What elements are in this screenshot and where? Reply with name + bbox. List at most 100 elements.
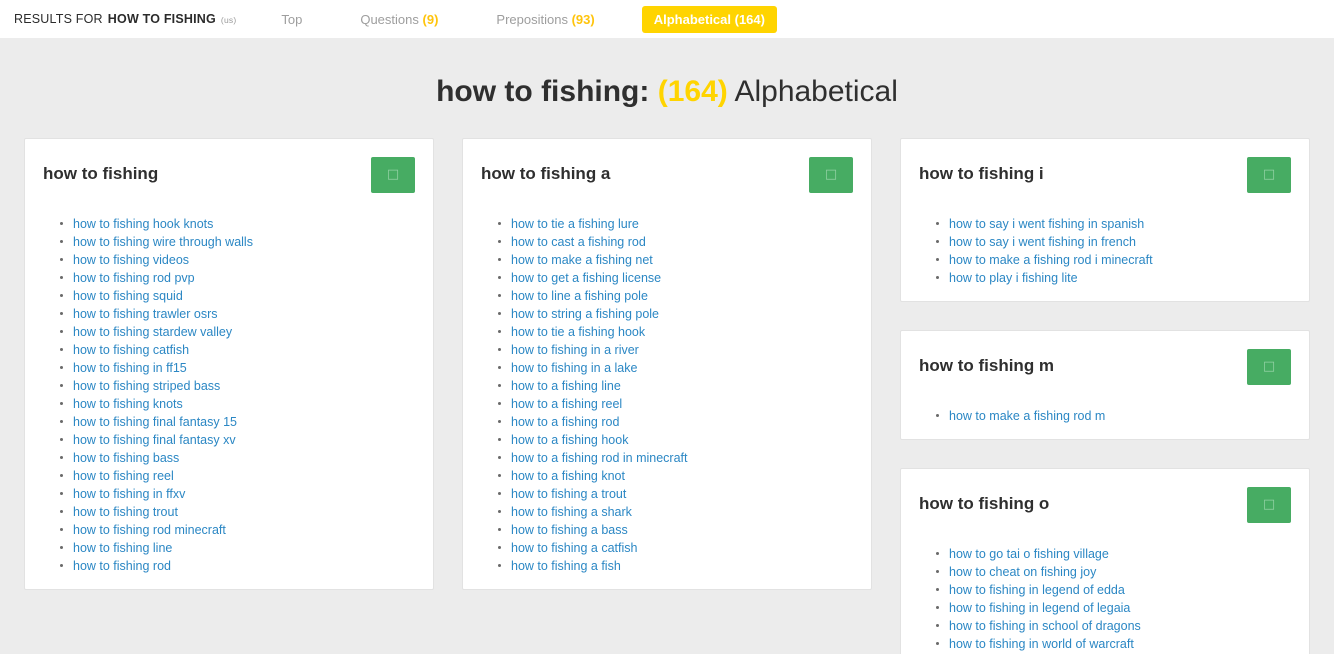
keyword-link[interactable]: how to cast a fishing rod	[511, 235, 646, 249]
download-csv-button[interactable]: □	[809, 157, 853, 193]
keyword-group-card: how to fishing a □ how to tie a fishing lu…	[462, 138, 872, 590]
keyword-link[interactable]: how to fishing in legend of legaia	[949, 601, 1130, 615]
keyword-link[interactable]: how to a fishing rod	[511, 415, 619, 429]
list-item: how to fishing in ff15	[60, 359, 415, 377]
card-title: how to fishing a	[481, 164, 611, 183]
keyword-link[interactable]: how to fishing striped bass	[73, 379, 220, 393]
keyword-group-card: how to fishing o □ how to go tai o fishing…	[900, 468, 1310, 654]
list-item: how to fishing in a lake	[498, 359, 853, 377]
keyword-link[interactable]: how to fishing in ffxv	[73, 487, 185, 501]
keyword-link[interactable]: how to fishing line	[73, 541, 172, 555]
keyword-link[interactable]: how to fishing bass	[73, 451, 179, 465]
keyword-link[interactable]: how to go tai o fishing village	[949, 547, 1109, 561]
download-csv-button[interactable]: □	[1247, 349, 1291, 385]
card-title: how to fishing	[43, 164, 159, 183]
list-item: how to fishing line	[60, 539, 415, 557]
tab-prepositions[interactable]: Prepositions (93)	[485, 7, 605, 32]
keyword-link[interactable]: how to say i went fishing in spanish	[949, 217, 1144, 231]
keyword-link[interactable]: how to get a fishing license	[511, 271, 661, 285]
tab-label: Prepositions	[496, 11, 568, 27]
page-title-count: (164)	[657, 75, 728, 108]
keyword-link[interactable]: how to a fishing knot	[511, 469, 625, 483]
keyword-link[interactable]: how to fishing videos	[73, 253, 189, 267]
keyword-link[interactable]: how to fishing in world of warcraft	[949, 637, 1134, 651]
keyword-link[interactable]: how to fishing wire through walls	[73, 235, 253, 249]
keyword-link[interactable]: how to cheat on fishing joy	[949, 565, 1096, 579]
keyword-link[interactable]: how to line a fishing pole	[511, 289, 648, 303]
keyword-link[interactable]: how to fishing in ff15	[73, 361, 187, 375]
keyword-link[interactable]: how to fishing reel	[73, 469, 174, 483]
list-item: how to fishing squid	[60, 287, 415, 305]
keyword-link[interactable]: how to say i went fishing in french	[949, 235, 1136, 249]
list-item: how to fishing final fantasy 15	[60, 413, 415, 431]
list-item: how to fishing rod	[60, 557, 415, 575]
list-item: how to fishing in ffxv	[60, 485, 415, 503]
keyword-link[interactable]: how to fishing in legend of edda	[949, 583, 1125, 597]
keyword-link[interactable]: how to a fishing line	[511, 379, 621, 393]
keyword-link[interactable]: how to tie a fishing hook	[511, 325, 645, 339]
card-header: how to fishing i □	[919, 157, 1291, 193]
tab-alphabetical[interactable]: Alphabetical (164)	[641, 5, 777, 33]
keyword-link[interactable]: how to a fishing rod in minecraft	[511, 451, 687, 465]
keyword-link[interactable]: how to fishing a shark	[511, 505, 632, 519]
keyword-link[interactable]: how to fishing trout	[73, 505, 178, 519]
keyword-link[interactable]: how to make a fishing rod m	[949, 409, 1105, 423]
list-item: how to a fishing rod	[498, 413, 853, 431]
download-csv-button[interactable]: □	[1247, 487, 1291, 523]
keyword-link[interactable]: how to fishing squid	[73, 289, 183, 303]
results-for-keyword: HOW TO FISHING	[107, 12, 216, 26]
keyword-list: how to tie a fishing lure how to cast a f…	[481, 215, 853, 575]
keyword-list: how to say i went fishing in spanish how …	[919, 215, 1291, 287]
keyword-link[interactable]: how to fishing trawler osrs	[73, 307, 218, 321]
list-item: how to fishing stardew valley	[60, 323, 415, 341]
keyword-link[interactable]: how to fishing a catfish	[511, 541, 637, 555]
list-item: how to fishing bass	[60, 449, 415, 467]
list-item: how to string a fishing pole	[498, 305, 853, 323]
tab-top[interactable]: Top	[270, 7, 313, 32]
list-item: how to fishing a catfish	[498, 539, 853, 557]
keyword-link[interactable]: how to fishing catfish	[73, 343, 189, 357]
keyword-link[interactable]: how to make a fishing rod i minecraft	[949, 253, 1153, 267]
download-csv-button[interactable]: □	[371, 157, 415, 193]
keyword-link[interactable]: how to fishing final fantasy xv	[73, 433, 236, 447]
page-title-type: Alphabetical	[734, 75, 898, 108]
keyword-link[interactable]: how to make a fishing net	[511, 253, 653, 267]
tab-count: (164)	[734, 11, 765, 27]
keyword-link[interactable]: how to fishing in a river	[511, 343, 639, 357]
tab-questions[interactable]: Questions (9)	[349, 7, 449, 32]
keyword-group-card: how to fishing i □ how to say i went fishi…	[900, 138, 1310, 302]
keyword-link[interactable]: how to a fishing hook	[511, 433, 628, 447]
keyword-link[interactable]: how to fishing stardew valley	[73, 325, 232, 339]
keyword-link[interactable]: how to fishing in a lake	[511, 361, 637, 375]
page-title-query: how to fishing:	[436, 75, 650, 108]
list-item: how to fishing a trout	[498, 485, 853, 503]
download-csv-button[interactable]: □	[1247, 157, 1291, 193]
list-item: how to fishing videos	[60, 251, 415, 269]
list-item: how to tie a fishing hook	[498, 323, 853, 341]
keyword-link[interactable]: how to fishing rod	[73, 559, 171, 573]
page-title: how to fishing: (164) Alphabetical	[0, 38, 1334, 138]
keyword-link[interactable]: how to a fishing reel	[511, 397, 622, 411]
keyword-link[interactable]: how to fishing rod pvp	[73, 271, 195, 285]
keyword-link[interactable]: how to fishing knots	[73, 397, 183, 411]
card-title: how to fishing m	[919, 356, 1055, 375]
keyword-link[interactable]: how to fishing a trout	[511, 487, 626, 501]
keyword-link[interactable]: how to fishing rod minecraft	[73, 523, 226, 537]
keyword-link[interactable]: how to string a fishing pole	[511, 307, 659, 321]
keyword-group-card: how to fishing m □ how to make a fishing r…	[900, 330, 1310, 440]
list-item: how to a fishing hook	[498, 431, 853, 449]
keyword-link[interactable]: how to fishing a fish	[511, 559, 621, 573]
keyword-link[interactable]: how to play i fishing lite	[949, 271, 1078, 285]
list-item: how to fishing trawler osrs	[60, 305, 415, 323]
list-item: how to fishing final fantasy xv	[60, 431, 415, 449]
list-item: how to fishing in world of warcraft	[936, 635, 1291, 653]
keyword-link[interactable]: how to fishing hook knots	[73, 217, 213, 231]
keyword-link[interactable]: how to fishing final fantasy 15	[73, 415, 237, 429]
card-title: how to fishing o	[919, 494, 1050, 513]
keyword-link[interactable]: how to tie a fishing lure	[511, 217, 639, 231]
list-item: how to get a fishing license	[498, 269, 853, 287]
keyword-link[interactable]: how to fishing a bass	[511, 523, 628, 537]
list-item: how to tie a fishing lure	[498, 215, 853, 233]
keyword-link[interactable]: how to fishing in school of dragons	[949, 619, 1141, 633]
tab-count: (9)	[422, 11, 439, 27]
